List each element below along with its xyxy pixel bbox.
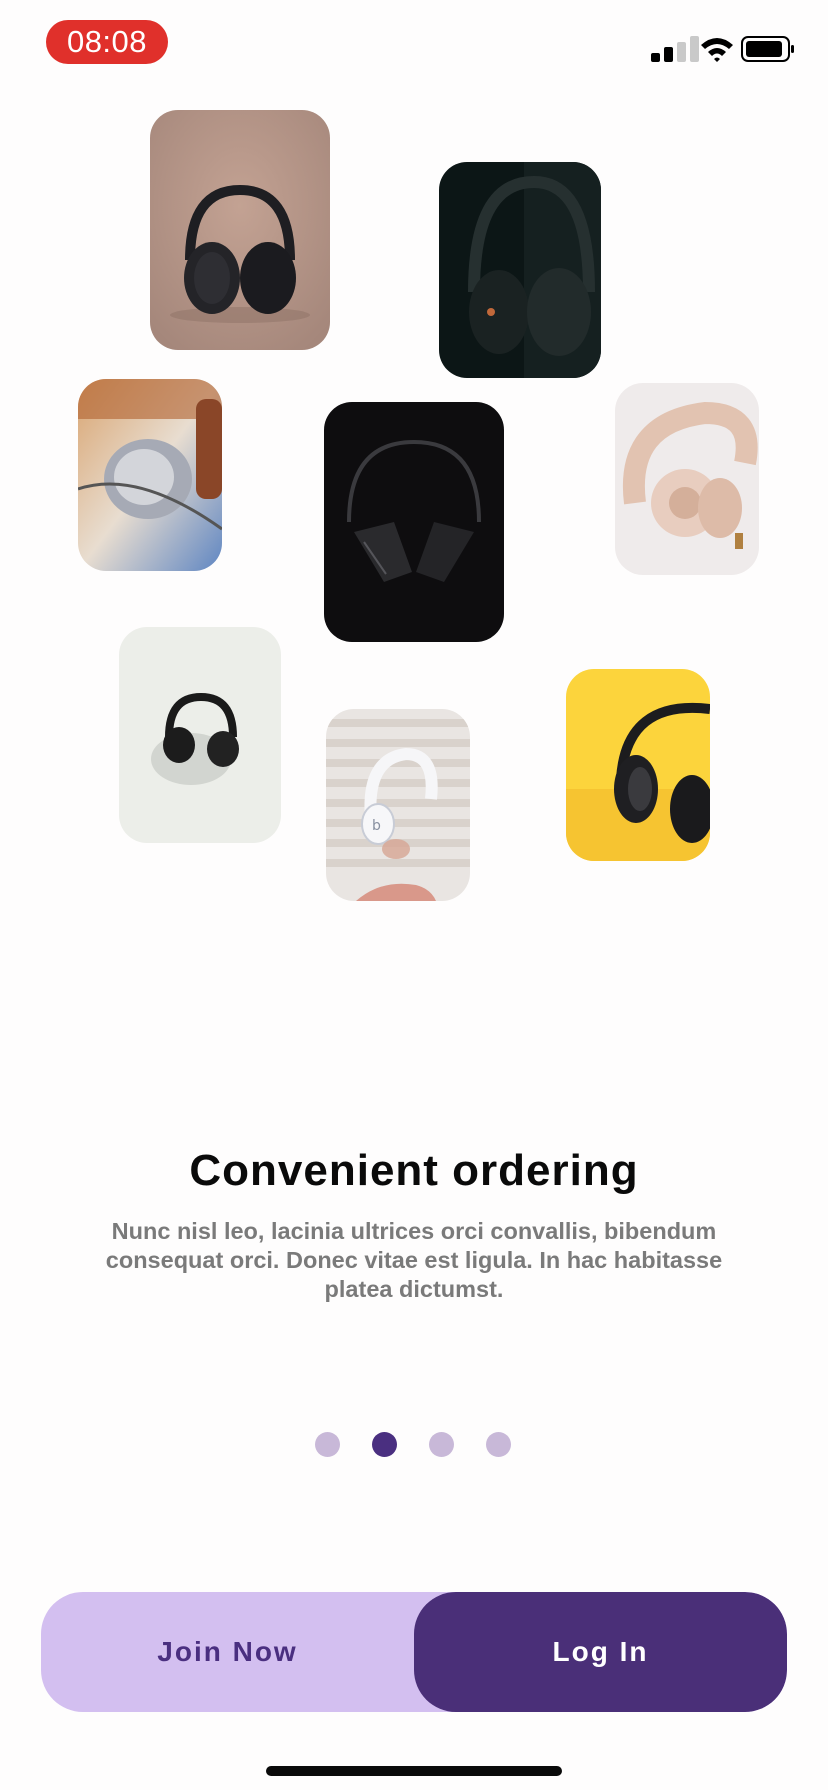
page-dot-2-active[interactable] [372, 1432, 397, 1457]
page-dot-3[interactable] [429, 1432, 454, 1457]
auth-buttons: Join Now Log In [41, 1592, 787, 1712]
svg-text:b: b [372, 818, 381, 834]
headphones-photo-4 [324, 402, 504, 642]
status-time[interactable]: 08:08 [46, 20, 168, 64]
headphones-photo-3 [78, 379, 222, 571]
join-now-button[interactable]: Join Now [41, 1592, 414, 1712]
headphones-photo-7: b [326, 709, 470, 901]
cellular-signal-icon [651, 36, 703, 62]
wifi-icon [701, 38, 733, 62]
page-dot-1[interactable] [315, 1432, 340, 1457]
page-description: Nunc nisl leo, lacinia ultrices orci con… [105, 1218, 723, 1302]
status-bar: 08:08 [0, 0, 828, 90]
page-title: Convenient ordering [189, 1146, 639, 1195]
page-indicator [315, 1432, 515, 1458]
headphones-photo-1 [150, 110, 330, 350]
headphones-photo-8 [566, 669, 710, 861]
home-indicator[interactable] [266, 1766, 562, 1776]
page-dot-4[interactable] [486, 1432, 511, 1457]
headphones-photo-2 [439, 162, 601, 378]
battery-icon [741, 36, 794, 62]
log-in-button[interactable]: Log In [414, 1592, 787, 1712]
headphones-photo-5 [615, 383, 759, 575]
headphones-photo-6 [119, 627, 281, 843]
